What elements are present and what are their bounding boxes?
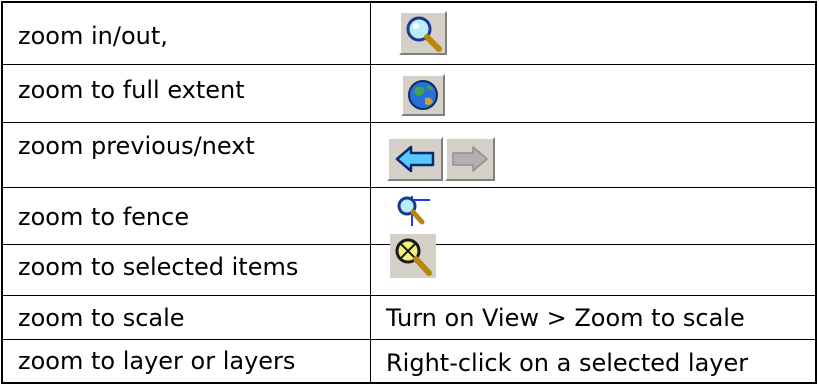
zoom-magnifier-icon [399,11,447,55]
row-description: Right-click on a selected layer [386,349,749,377]
table-row: zoom to layer or layers Right-click on a… [3,339,815,385]
row-label: zoom previous/next [18,132,255,160]
table-row: zoom to selected items [3,234,815,296]
zoom-selected-icon [389,233,437,279]
row-label: zoom to full extent [18,76,245,104]
row-label: zoom to fence [18,203,190,231]
row-label: zoom to selected items [18,253,299,281]
row-label: zoom in/out, [18,22,168,50]
row-label: zoom to layer or layers [18,347,296,375]
zoom-fence-icon [392,192,432,228]
table-row: zoom to full extent [3,64,815,123]
table-row: zoom in/out, [3,3,815,64]
globe-icon [401,74,445,116]
zoom-tools-table: zoom in/out, zoom to full extent zoom pr… [1,1,817,384]
column-divider [370,3,371,382]
row-label: zoom to scale [18,304,185,332]
table-row: zoom previous/next [3,122,815,188]
table-row: zoom to scale Turn on View > Zoom to sca… [3,295,815,340]
row-description: Turn on View > Zoom to scale [386,304,745,332]
back-arrow-icon [387,137,443,181]
forward-arrow-icon [445,137,495,181]
